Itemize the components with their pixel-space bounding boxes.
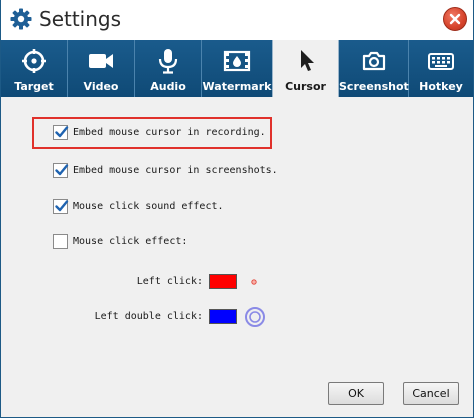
tab-screenshot[interactable]: Screenshot bbox=[339, 40, 409, 97]
click-sound-checkbox[interactable] bbox=[53, 199, 69, 214]
keyboard-icon bbox=[409, 48, 473, 74]
settings-tab-bar: Target Video Audio Watermark Cursor Scre… bbox=[1, 40, 473, 97]
left-click-color-swatch[interactable] bbox=[209, 274, 237, 289]
left-double-click-label: Left double click: bbox=[94, 311, 203, 322]
cursor-settings-panel: Embed mouse cursor in recording. Embed m… bbox=[1, 97, 473, 417]
cursor-arrow-icon bbox=[273, 48, 338, 74]
crosshair-icon bbox=[1, 48, 67, 74]
tab-watermark[interactable]: Watermark bbox=[202, 40, 272, 97]
gear-icon bbox=[10, 8, 32, 30]
small-dot-icon bbox=[251, 279, 257, 285]
video-camera-icon bbox=[68, 48, 134, 74]
tab-label: Cursor bbox=[285, 80, 326, 93]
tab-label: Hotkey bbox=[419, 80, 463, 93]
settings-window: Settings Target Video Audio Watermark Cu… bbox=[0, 0, 474, 418]
left-double-click-color-swatch[interactable] bbox=[209, 309, 237, 324]
click-effect-checkbox[interactable] bbox=[53, 234, 68, 249]
checkmark-icon bbox=[55, 200, 69, 212]
tab-label: Screenshot bbox=[339, 80, 409, 93]
tab-target[interactable]: Target bbox=[1, 40, 68, 97]
title-bar: Settings bbox=[1, 0, 473, 40]
tab-cursor[interactable]: Cursor bbox=[272, 40, 339, 97]
tab-audio[interactable]: Audio bbox=[135, 40, 202, 97]
double-ring-icon bbox=[245, 307, 265, 327]
window-title: Settings bbox=[39, 7, 122, 31]
tab-label: Watermark bbox=[202, 80, 272, 93]
cancel-button[interactable]: Cancel bbox=[403, 382, 459, 405]
click-effect-label: Mouse click effect: bbox=[73, 236, 188, 247]
embed-cursor-recording-checkbox[interactable] bbox=[53, 125, 69, 140]
embed-cursor-screenshots-checkbox[interactable] bbox=[53, 163, 69, 178]
close-icon bbox=[449, 13, 461, 25]
camera-icon bbox=[339, 48, 408, 74]
click-sound-label: Mouse click sound effect. bbox=[73, 201, 224, 212]
tab-video[interactable]: Video bbox=[68, 40, 135, 97]
checkmark-icon bbox=[55, 126, 69, 138]
checkmark-icon bbox=[55, 164, 69, 176]
microphone-icon bbox=[135, 48, 201, 74]
close-button[interactable] bbox=[443, 7, 467, 31]
embed-cursor-screenshots-label: Embed mouse cursor in screenshots. bbox=[73, 165, 278, 176]
tab-label: Audio bbox=[150, 80, 186, 93]
tab-hotkey[interactable]: Hotkey bbox=[409, 40, 473, 97]
tab-label: Video bbox=[83, 80, 119, 93]
tab-label: Target bbox=[14, 80, 54, 93]
left-click-label: Left click: bbox=[136, 276, 203, 287]
watermark-icon bbox=[202, 48, 272, 74]
embed-cursor-recording-label: Embed mouse cursor in recording. bbox=[73, 127, 266, 138]
ok-button[interactable]: OK bbox=[328, 382, 384, 405]
